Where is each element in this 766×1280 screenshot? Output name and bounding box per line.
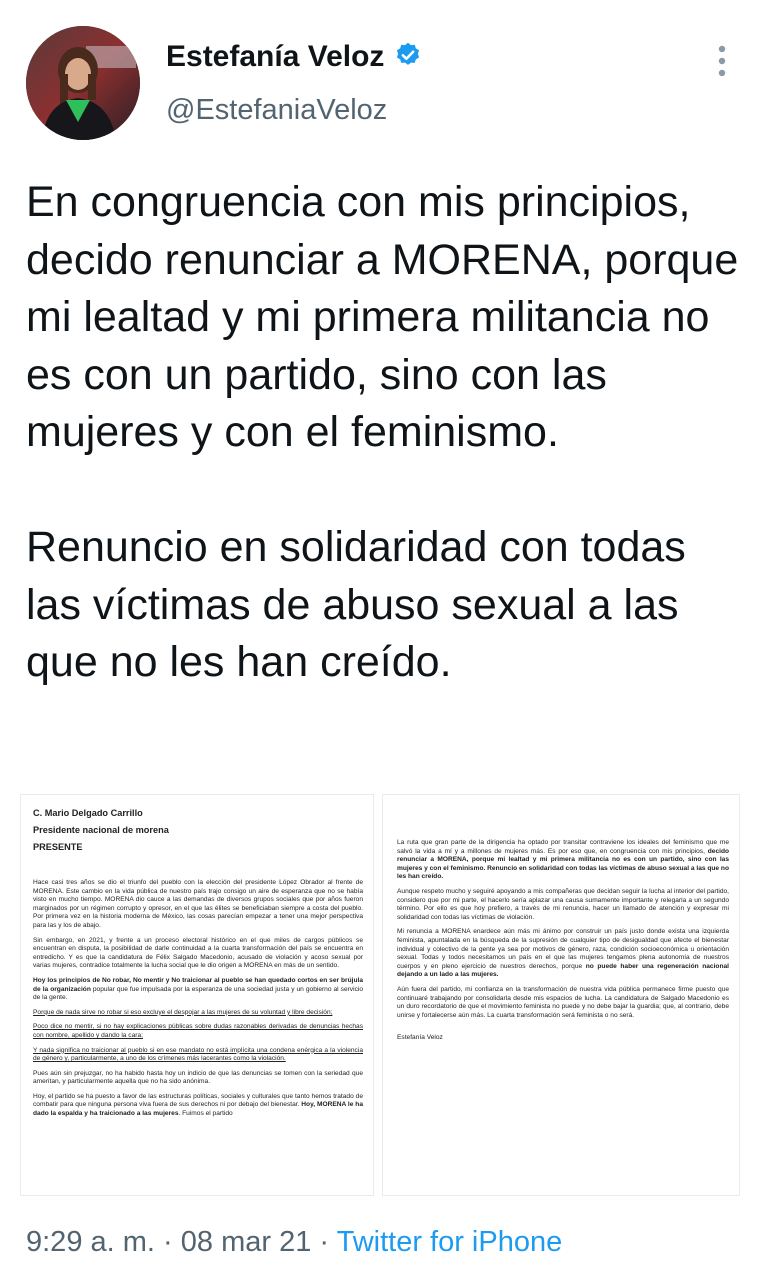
letter-paragraph: Aunque respeto mucho y seguiré apoyando … — [397, 887, 729, 921]
tweet-source-link[interactable]: Twitter for iPhone — [337, 1226, 563, 1258]
letter-paragraph: Y nada significa no traicionar al pueblo… — [33, 1046, 363, 1063]
author-handle[interactable]: @EstefaniaVeloz — [166, 94, 387, 127]
letter-paragraph: Hace casi tres años se dio el triunfo de… — [33, 879, 363, 929]
tweet-text: En congruencia con mis principios, decid… — [26, 178, 739, 686]
verified-badge-icon — [394, 41, 422, 73]
letter-paragraph: Hoy los principios de No robar, No menti… — [33, 977, 363, 1003]
letter-presente: PRESENTE — [33, 842, 83, 852]
letter-paragraph: Pues aún sin prejuzgar, no ha habido has… — [33, 1069, 363, 1086]
attached-image-letter-page-1[interactable]: C. Mario Delgado Carrillo Presidente nac… — [20, 794, 374, 1196]
meta-separator: · — [311, 1226, 337, 1258]
letter-text: La ruta que gran parte de la dirigencia … — [397, 839, 729, 855]
letter-paragraph: Mi renuncia a MORENA enardece aún más mi… — [397, 928, 729, 980]
tweet-date: 08 mar 21 — [180, 1226, 312, 1258]
letter-paragraph: Hoy, el partido se ha puesto a favor de … — [33, 1093, 363, 1119]
letter-signature: Estefanía Veloz — [397, 1034, 443, 1042]
attached-image-letter-page-2[interactable]: La ruta que gran parte de la dirigencia … — [382, 794, 740, 1196]
tweet-meta: 9:29 a. m. · 08 mar 21 · Twitter for iPh… — [26, 1226, 562, 1259]
tweet-time: 9:29 a. m. — [26, 1226, 155, 1258]
letter-addressee: C. Mario Delgado Carrillo — [33, 808, 143, 818]
avatar[interactable] — [26, 26, 140, 140]
letter-paragraph: Aún fuera del partido, mi confianza en l… — [397, 985, 729, 1019]
letter-text: . Fuimos el partido — [178, 1110, 233, 1118]
letter-paragraph: Sin embargo, en 2021, y frente a un proc… — [33, 936, 363, 970]
author-name[interactable]: Estefanía Veloz — [166, 40, 384, 74]
letter-position: Presidente nacional de morena — [33, 825, 169, 835]
more-vertical-icon[interactable] — [712, 44, 732, 80]
meta-separator: · — [154, 1226, 181, 1258]
letter-paragraph: La ruta que gran parte de la dirigencia … — [397, 839, 729, 882]
letter-paragraph: Poco dice no mentir, si no hay explicaci… — [33, 1023, 363, 1039]
avatar-photo — [26, 26, 140, 140]
author-name-row[interactable]: Estefanía Veloz — [166, 40, 422, 74]
letter-paragraph: Porque de nada sirve no robar si eso exc… — [33, 1008, 333, 1016]
